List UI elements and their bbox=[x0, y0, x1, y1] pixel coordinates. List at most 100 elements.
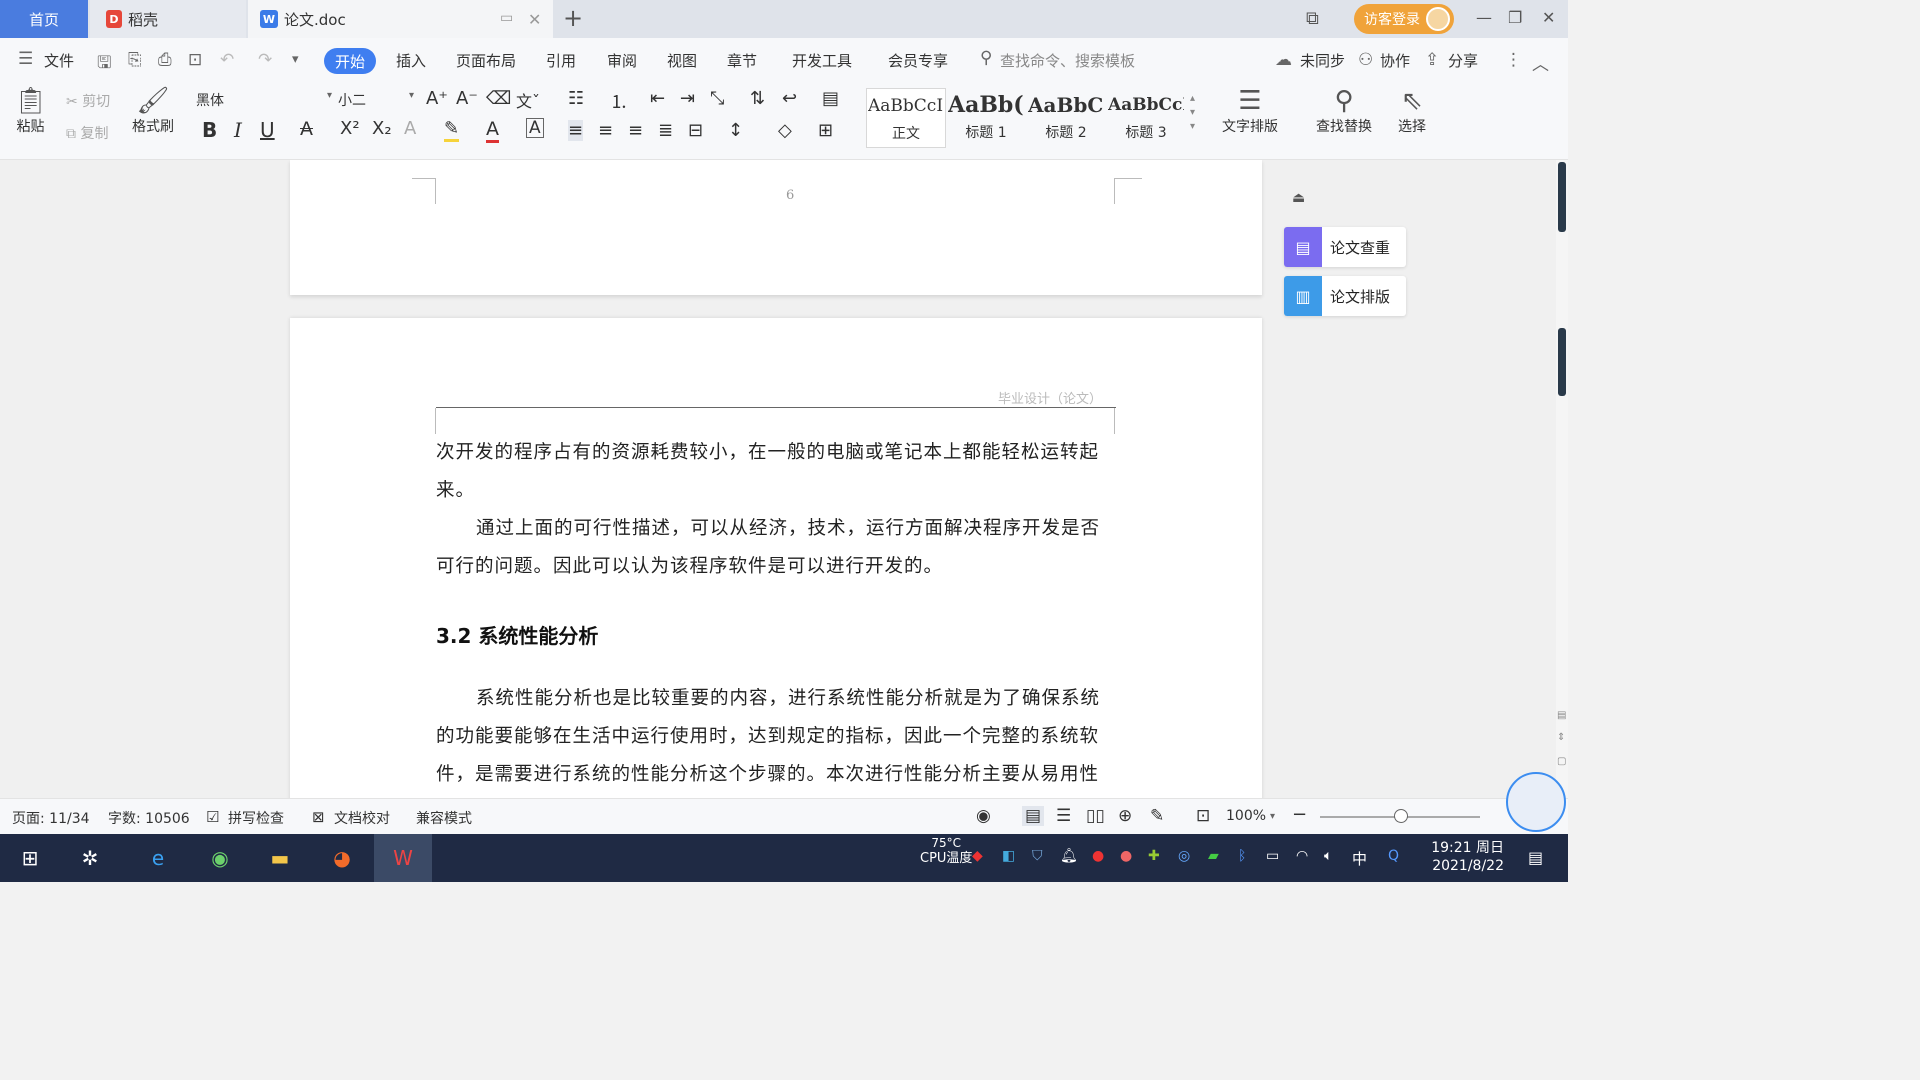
eye-protection-icon[interactable]: ◉ bbox=[976, 806, 991, 826]
sync-status[interactable]: 未同步 bbox=[1300, 50, 1345, 71]
spellcheck-button[interactable]: 拼写检查 bbox=[228, 808, 284, 828]
align-center-icon[interactable]: ≡ bbox=[598, 120, 613, 141]
ie-icon[interactable]: e bbox=[142, 842, 174, 874]
shrink-font-icon[interactable]: A⁻ bbox=[456, 88, 478, 109]
login-button[interactable]: 访客登录 bbox=[1354, 4, 1454, 34]
save-icon[interactable]: 🖫 bbox=[97, 50, 111, 79]
tab-home[interactable]: 首页 bbox=[0, 0, 88, 38]
zoom-dropdown-icon[interactable]: ▾ bbox=[1270, 811, 1275, 822]
write-mode-icon[interactable]: ✎ bbox=[1150, 806, 1164, 826]
bluetooth-icon[interactable]: ᛒ bbox=[1238, 848, 1246, 864]
font-color-icon[interactable]: A bbox=[486, 118, 499, 143]
undo-icon[interactable]: ↶ bbox=[220, 50, 234, 70]
style-heading-1[interactable]: AaBb( 标题 1 bbox=[946, 88, 1026, 148]
cut-button[interactable]: ✂ 剪切 bbox=[66, 91, 110, 111]
menu-insert[interactable]: 插入 bbox=[396, 50, 426, 71]
shading-icon[interactable]: ◇ bbox=[778, 120, 792, 141]
clear-format-icon[interactable]: ⌫ bbox=[486, 88, 511, 109]
menu-chapter[interactable]: 章节 bbox=[727, 50, 757, 71]
page-indicator[interactable]: 页面: 11/34 bbox=[12, 808, 90, 828]
copy-button[interactable]: ⧉ 复制 bbox=[66, 123, 108, 143]
proofread-button[interactable]: 文档校对 bbox=[334, 808, 390, 828]
tray-qq2-icon[interactable]: ● bbox=[1120, 848, 1132, 864]
align-right-icon[interactable]: ≡ bbox=[628, 120, 643, 141]
bullet-list-icon[interactable]: ☷ bbox=[568, 88, 584, 109]
numbered-list-icon[interactable]: ⒈ bbox=[610, 88, 628, 114]
outline-view-icon[interactable]: ☰ bbox=[1056, 806, 1071, 826]
subscript-icon[interactable]: X₂ bbox=[372, 118, 392, 139]
ruler-icon[interactable]: ▤ bbox=[822, 88, 839, 109]
menu-home-tab[interactable]: 开始 bbox=[324, 48, 376, 74]
sort-icon[interactable]: ⇅ bbox=[750, 88, 765, 109]
page-down-icon[interactable]: ▢ bbox=[1557, 756, 1566, 767]
borders-icon[interactable]: ⊞ bbox=[818, 120, 833, 141]
hamburger-icon[interactable]: ☰ bbox=[18, 49, 33, 69]
font-size-select[interactable]: 小二 ▾ bbox=[338, 90, 416, 112]
paper-layout-button[interactable]: ▥ 论文排版 bbox=[1284, 276, 1406, 316]
align-left-icon[interactable]: ≡ bbox=[568, 120, 584, 141]
scroll-thumb-top[interactable] bbox=[1558, 162, 1566, 232]
char-border-icon[interactable]: A bbox=[526, 118, 544, 138]
ime-indicator[interactable]: 中 bbox=[1352, 848, 1367, 869]
media-app-icon[interactable]: ◕ bbox=[326, 842, 358, 874]
zoom-slider-thumb[interactable] bbox=[1394, 809, 1408, 823]
more-icon[interactable]: ⋮ bbox=[1505, 50, 1522, 70]
menu-view[interactable]: 视图 bbox=[667, 50, 697, 71]
page-view-icon[interactable]: ▤ bbox=[1022, 806, 1045, 826]
vertical-scrollbar[interactable]: ▤ ⇕ ▢ bbox=[1556, 160, 1568, 798]
tab-document[interactable]: W 论文.doc ▭ ✕ bbox=[248, 0, 553, 38]
tray-qq-icon[interactable]: ● bbox=[1092, 848, 1104, 864]
collapse-panel-icon[interactable]: ⏏ bbox=[1292, 190, 1305, 206]
tray-plus-icon[interactable]: ✚ bbox=[1148, 848, 1160, 864]
strikethrough-icon[interactable]: A bbox=[300, 118, 313, 140]
tab-close-icon[interactable]: ✕ bbox=[528, 10, 541, 29]
tab-window-icon[interactable]: ▭ bbox=[500, 10, 513, 26]
page-nav-icon[interactable]: ⇕ bbox=[1557, 732, 1565, 743]
reading-view-icon[interactable]: ▯▯ bbox=[1086, 806, 1105, 826]
zoom-out-icon[interactable]: − bbox=[1292, 804, 1307, 825]
start-icon[interactable]: ⊞ bbox=[14, 842, 46, 874]
superscript-icon[interactable]: X² bbox=[340, 118, 360, 139]
wifi-icon[interactable]: ◠ bbox=[1296, 848, 1308, 864]
collapse-ribbon-icon[interactable]: ︿ bbox=[1532, 50, 1549, 75]
text-layout-button[interactable]: ☰ 文字排版 bbox=[1222, 86, 1278, 136]
layout-icon[interactable]: ⧉ bbox=[1306, 8, 1319, 29]
cpu-temp-widget[interactable]: 75°C CPU温度 bbox=[920, 836, 972, 866]
current-page[interactable]: 毕业设计（论文） 次开发的程序占有的资源耗费较小，在一般的电脑或笔记本上都能轻松… bbox=[290, 318, 1262, 798]
scroll-thumb[interactable] bbox=[1558, 328, 1566, 396]
style-heading-2[interactable]: AaBbC 标题 2 bbox=[1026, 88, 1106, 148]
format-painter-button[interactable]: 🖌︎ 格式刷 bbox=[132, 86, 174, 136]
style-heading-3[interactable]: AaBbCcI 标题 3 bbox=[1106, 88, 1186, 148]
clock[interactable]: 19:21 周日 2021/8/22 bbox=[1420, 839, 1504, 875]
output-icon[interactable]: ⎘ bbox=[128, 50, 142, 70]
volume-icon[interactable]: 🔈︎ bbox=[1324, 848, 1332, 864]
bell-icon[interactable]: 🔔︎ bbox=[1060, 848, 1078, 864]
paste-button[interactable]: 📋︎ 粘贴 bbox=[14, 86, 47, 136]
wps-taskbar-icon[interactable]: W bbox=[374, 834, 432, 882]
print-preview-icon[interactable]: ⊡ bbox=[188, 50, 202, 70]
tray-network-tool-icon[interactable]: ◧ bbox=[1002, 848, 1015, 864]
quick-access-dropdown-icon[interactable]: ▾ bbox=[292, 52, 299, 67]
shield-icon[interactable]: ⛉ bbox=[1032, 848, 1043, 864]
share-button[interactable]: 分享 bbox=[1448, 50, 1478, 71]
menu-review[interactable]: 审阅 bbox=[607, 50, 637, 71]
tab-daoke[interactable]: D 稻壳 bbox=[90, 0, 246, 38]
search-app-icon[interactable]: Q bbox=[1388, 848, 1399, 864]
nvidia-icon[interactable]: ▰ bbox=[1208, 848, 1219, 864]
close-window-icon[interactable]: ✕ bbox=[1542, 8, 1555, 27]
highlight-icon[interactable]: ✎ bbox=[444, 118, 460, 142]
text-direction-icon[interactable]: ⤡ bbox=[710, 88, 724, 109]
menu-page-layout[interactable]: 页面布局 bbox=[456, 50, 516, 71]
select-button[interactable]: ⇖ 选择 bbox=[1398, 86, 1426, 136]
new-tab-icon[interactable]: + bbox=[563, 4, 583, 32]
command-search-input[interactable]: 查找命令、搜索模板 bbox=[1000, 50, 1135, 71]
font-name-select[interactable]: 黑体 ▾ bbox=[196, 90, 334, 112]
line-break-icon[interactable]: ↩ bbox=[782, 88, 797, 109]
increase-indent-icon[interactable]: ⇥ bbox=[680, 88, 695, 109]
collab-button[interactable]: 协作 bbox=[1380, 50, 1410, 71]
underline-icon[interactable]: U bbox=[260, 118, 275, 142]
menu-developer[interactable]: 开发工具 bbox=[792, 50, 852, 71]
grow-font-icon[interactable]: A⁺ bbox=[426, 88, 448, 109]
paper-check-button[interactable]: ▤ 论文查重 bbox=[1284, 227, 1406, 267]
word-count[interactable]: 字数: 10506 bbox=[108, 808, 190, 828]
